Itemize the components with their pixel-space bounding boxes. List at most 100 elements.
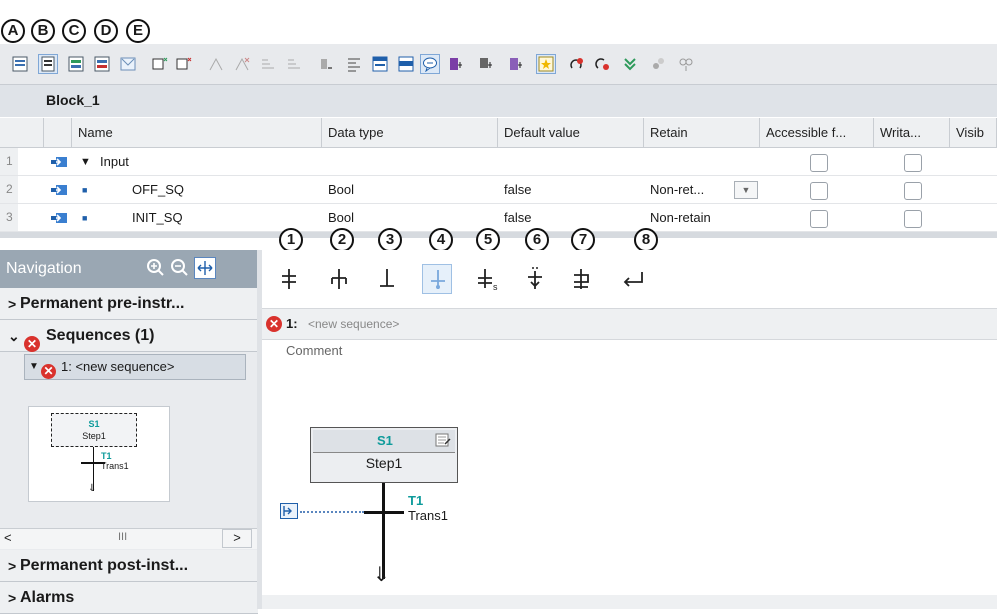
sequence-thumbnail[interactable]: S1 Step1 T1 Trans1 ⇓	[28, 406, 170, 502]
scroll-grip[interactable]: III	[118, 531, 127, 543]
window-icon[interactable]	[370, 54, 390, 74]
chevron-right-icon: >	[8, 590, 17, 606]
interface-toggle-d-icon[interactable]	[92, 54, 112, 74]
insert-row-icon[interactable]	[150, 54, 170, 74]
insert-simultaneous-branch-icon[interactable]: s	[472, 264, 502, 294]
interface-toggle-a-icon[interactable]	[10, 54, 30, 74]
expand-arrow-icon[interactable]: ▼	[80, 148, 91, 176]
nav-section-sequences[interactable]: ⌄ ✕ Sequences (1)	[0, 320, 258, 352]
callout-7: 7	[571, 228, 595, 252]
sequence-end-icon[interactable]	[618, 264, 648, 294]
interface-toggle-e-icon[interactable]	[118, 54, 138, 74]
nav-section-label: Alarms	[20, 589, 75, 606]
nav-horizontal-scrollbar[interactable]: < III >	[0, 528, 258, 549]
favorite-icon[interactable]	[536, 54, 556, 74]
header-retain[interactable]: Retain	[644, 118, 760, 148]
navigation-pane: Navigation > Permanent pre-instr... ⌄ ✕ …	[0, 250, 261, 614]
step-properties-icon[interactable]	[435, 432, 451, 451]
expand-list-icon[interactable]	[446, 54, 466, 74]
nav-section-label: Permanent post-inst...	[20, 557, 189, 574]
error-icon: ✕	[266, 316, 282, 332]
network-icon-4[interactable]	[284, 54, 304, 74]
align-left-icon[interactable]	[344, 54, 364, 74]
row-name[interactable]: OFF_SQ	[132, 176, 184, 204]
header-writable[interactable]: Writa...	[874, 118, 950, 148]
nav-section-label: Permanent pre-instr...	[20, 295, 185, 312]
column-icon[interactable]	[506, 54, 526, 74]
comment-icon[interactable]	[420, 54, 440, 74]
scroll-left-icon[interactable]: <	[4, 530, 12, 545]
table-row[interactable]: 2 ■ OFF_SQ Bool false Non-ret... ▼	[0, 176, 997, 204]
network-icon-3[interactable]	[258, 54, 278, 74]
step-box[interactable]: S1 Step1	[310, 427, 458, 483]
callout-a: A	[1, 19, 25, 43]
header-icon-col	[44, 118, 72, 148]
table-row[interactable]: 3 ■ INIT_SQ Bool false Non-retain	[0, 204, 997, 232]
retain-dropdown-button[interactable]: ▼	[734, 181, 758, 199]
nav-section-post-instructions[interactable]: > Permanent post-inst...	[0, 550, 258, 582]
row-default-value[interactable]: false	[504, 204, 531, 232]
network-icon-2[interactable]	[232, 54, 252, 74]
zoom-out-icon[interactable]	[170, 258, 190, 278]
zoom-in-icon[interactable]	[146, 258, 166, 278]
header-accessible[interactable]: Accessible f...	[760, 118, 874, 148]
sequence-comment[interactable]: Comment	[286, 343, 342, 358]
insert-alternative-branch-icon[interactable]	[422, 264, 452, 294]
row-default-value[interactable]: false	[504, 176, 531, 204]
insert-branch-close-icon[interactable]	[566, 264, 596, 294]
writable-checkbox[interactable]	[904, 154, 922, 172]
network-icon-1[interactable]	[206, 54, 226, 74]
transition-name: Trans1	[408, 508, 448, 523]
accessible-checkbox[interactable]	[810, 154, 828, 172]
row-retain[interactable]: Non-retain	[650, 204, 711, 232]
header-name[interactable]: Name	[72, 118, 322, 148]
monitor-icon[interactable]	[648, 54, 668, 74]
insert-step-transition-icon[interactable]	[274, 264, 304, 294]
transition-bar[interactable]	[364, 511, 404, 514]
reset-icon[interactable]	[566, 54, 586, 74]
row-data-type[interactable]: Bool	[328, 176, 354, 204]
table-row[interactable]: 1 ▼ Input	[0, 148, 997, 176]
thumb-trans-name: Trans1	[101, 461, 129, 471]
insert-jump-icon[interactable]	[520, 264, 550, 294]
window-split-icon[interactable]	[396, 54, 416, 74]
graph-bottom-strip	[262, 595, 997, 609]
writable-checkbox[interactable]	[904, 210, 922, 228]
chevron-right-icon: >	[8, 296, 17, 312]
writable-checkbox[interactable]	[904, 182, 922, 200]
nav-section-pre-instructions[interactable]: > Permanent pre-instr...	[0, 288, 258, 320]
delete-row-icon[interactable]	[174, 54, 194, 74]
transition-condition-icon[interactable]	[280, 503, 298, 519]
header-default-value[interactable]: Default value	[498, 118, 644, 148]
interface-toggle-c-icon[interactable]	[66, 54, 86, 74]
block-icon[interactable]	[316, 54, 336, 74]
download-icon[interactable]	[620, 54, 640, 74]
toolbar	[0, 44, 997, 85]
header-data-type[interactable]: Data type	[322, 118, 498, 148]
accessible-checkbox[interactable]	[810, 210, 828, 228]
sequence-end-arrow-icon: ⇓	[373, 564, 390, 586]
glasses-icon[interactable]	[676, 54, 696, 74]
sequence-name[interactable]: <new sequence>	[308, 317, 399, 331]
scroll-right-icon[interactable]: >	[222, 529, 252, 548]
interface-toggle-b-icon[interactable]	[38, 54, 58, 74]
reset-all-icon[interactable]	[592, 54, 612, 74]
callout-5: 5	[476, 228, 500, 252]
row-retain[interactable]: Non-ret...	[650, 176, 704, 204]
row-name[interactable]: Input	[100, 148, 129, 176]
row-name[interactable]: INIT_SQ	[132, 204, 183, 232]
sequence-title-bar: ✕ 1: <new sequence>	[262, 309, 997, 340]
insert-step-icon[interactable]	[324, 264, 354, 294]
fit-view-icon[interactable]	[194, 257, 216, 279]
accessible-checkbox[interactable]	[810, 182, 828, 200]
insert-transition-icon[interactable]	[372, 264, 402, 294]
header-visible[interactable]: Visib	[950, 118, 997, 148]
error-icon: ✕	[41, 359, 56, 383]
thumb-arrow-icon: ⇓	[88, 483, 97, 494]
sequence-item-label: 1: <new sequence>	[61, 359, 175, 374]
sequence-list-item[interactable]: ▼ ✕ 1: <new sequence>	[24, 354, 246, 380]
callout-b: B	[31, 19, 55, 43]
nav-section-label: Sequences (1)	[46, 327, 155, 344]
view-icon[interactable]	[476, 54, 496, 74]
nav-section-alarms[interactable]: > Alarms	[0, 582, 258, 614]
